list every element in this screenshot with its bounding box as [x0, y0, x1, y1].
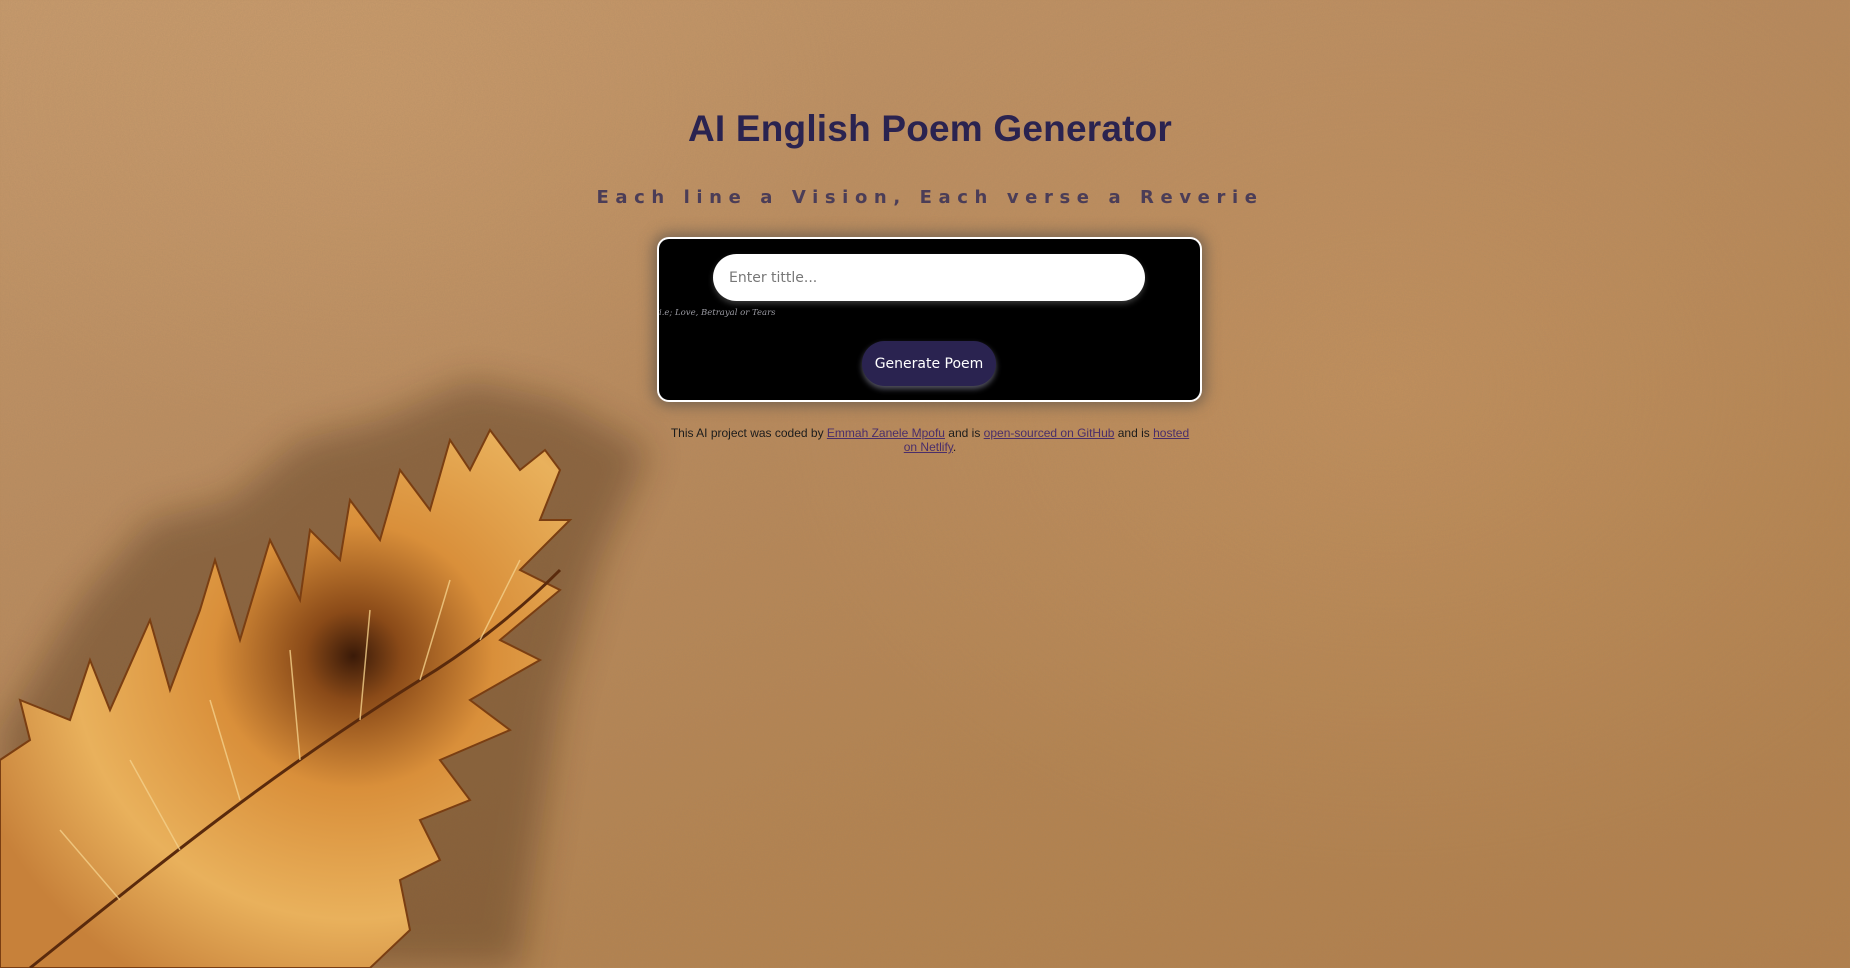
poem-form: i.e; Love, Betrayal or Tears Generate Po… [659, 239, 1200, 400]
page-subtitle: Each line a Vision, Each verse a Reverie [596, 187, 1264, 208]
footer-text-mid-2: and is [1114, 426, 1154, 440]
input-hint: i.e; Love, Betrayal or Tears [659, 308, 776, 318]
title-input[interactable] [713, 254, 1145, 301]
generate-poem-button[interactable]: Generate Poem [862, 341, 996, 386]
footer-text-prefix: This AI project was coded by [670, 426, 827, 440]
footer-text-mid-1: and is [944, 426, 984, 440]
author-link[interactable]: Emmah Zanele Mpofu [827, 426, 945, 440]
page-title: AI English Poem Generator [687, 108, 1173, 149]
footer-credit: This AI project was coded by Emmah Zanel… [665, 426, 1195, 454]
footer-text-suffix: . [952, 440, 957, 454]
github-link[interactable]: open-sourced on GitHub [984, 426, 1115, 440]
